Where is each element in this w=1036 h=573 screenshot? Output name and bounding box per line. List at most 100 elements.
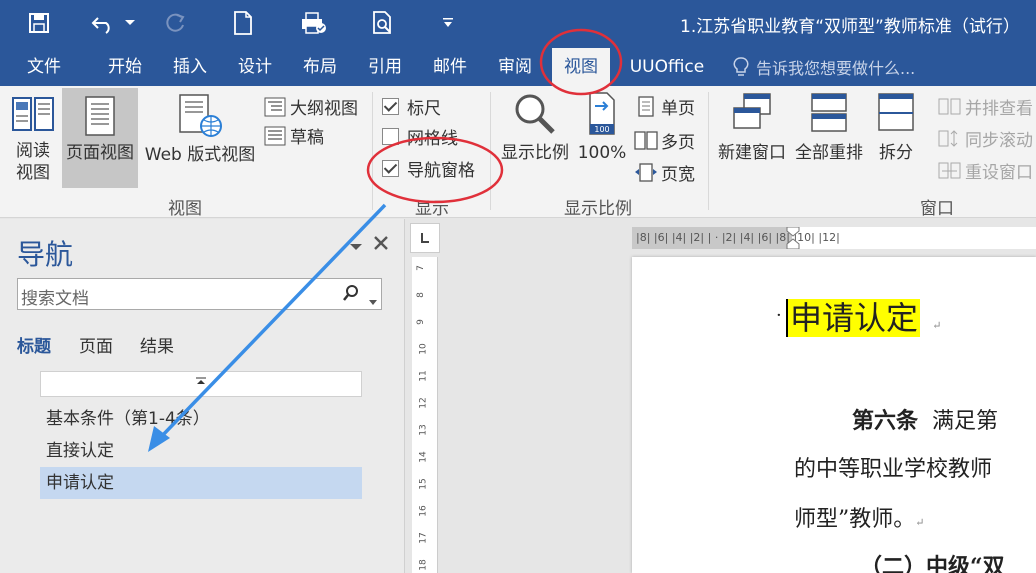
nav-pane-label: 导航窗格: [407, 161, 475, 181]
page-width-button[interactable]: 页宽: [634, 160, 695, 185]
tell-me-box[interactable]: 告诉我您想要做什么...: [732, 48, 915, 86]
tab-pages[interactable]: 页面: [79, 332, 113, 357]
new-document-icon[interactable]: [228, 8, 258, 38]
ruler-tick-label: 14: [418, 451, 429, 463]
tab-design[interactable]: 设计: [230, 48, 280, 86]
one-page-icon: [638, 95, 654, 117]
split-label: 拆分: [879, 143, 913, 163]
tab-headings[interactable]: 标题: [17, 332, 51, 357]
ribbon-tab-bar: 文件 开始 插入 设计 布局 引用 邮件 审阅 视图 UUOffice 告诉我您…: [0, 48, 1036, 86]
arrange-all-icon: [811, 93, 847, 132]
search-icon[interactable]: [343, 285, 359, 306]
document-area: |8| |6| |4| |2| | · |2| |4| |6| |8| |10|…: [406, 219, 1036, 573]
view-group-label: 视图: [168, 199, 202, 219]
article-number: 第六条: [852, 408, 919, 434]
web-layout-label: Web 版式视图: [144, 145, 256, 165]
undo-icon[interactable]: [88, 8, 118, 38]
tab-home[interactable]: 开始: [100, 48, 150, 86]
multiple-pages-icon: [634, 130, 658, 150]
ruler-checkbox[interactable]: 标尺: [382, 94, 441, 119]
search-document-input[interactable]: 搜索文档: [17, 278, 382, 310]
reset-window-icon: [938, 162, 961, 178]
tab-view[interactable]: 视图: [552, 48, 610, 86]
reset-window-position-button: 重设窗口: [938, 158, 1033, 183]
gridlines-check-icon: [382, 128, 399, 145]
outline-button[interactable]: 大纲视图: [264, 94, 358, 119]
tab-mailings[interactable]: 邮件: [425, 48, 475, 86]
document-heading: · 申请认定 ↵: [776, 299, 942, 337]
print-preview-icon[interactable]: [368, 8, 398, 38]
heading-item-selected[interactable]: 申请认定: [40, 467, 362, 499]
side-by-side-label: 并排查看: [965, 99, 1033, 119]
quick-print-icon[interactable]: [298, 8, 328, 38]
print-layout-label: 页面视图: [66, 143, 134, 163]
ruler-tick-label: 8: [415, 292, 426, 298]
tab-review[interactable]: 审阅: [490, 48, 540, 86]
search-dropdown-icon[interactable]: [369, 291, 377, 311]
indent-marker-icon[interactable]: [786, 227, 800, 249]
zoom-100-button[interactable]: 100 100%: [576, 92, 628, 164]
split-button[interactable]: 拆分: [872, 92, 920, 164]
pane-options-icon[interactable]: [350, 237, 362, 256]
heading-item[interactable]: 基本条件（第1-4条）: [40, 403, 362, 435]
page-width-icon: [635, 162, 657, 182]
new-window-label: 新建窗口: [718, 143, 786, 163]
draft-button[interactable]: 草稿: [264, 123, 324, 148]
heading-item[interactable]: 直接认定: [40, 435, 362, 467]
save-icon[interactable]: [24, 8, 54, 38]
new-window-button[interactable]: 新建窗口: [712, 92, 792, 164]
tab-uuoffice[interactable]: UUOffice: [622, 48, 712, 86]
ruler-tick-label: 12: [418, 397, 429, 409]
ribbon: 阅读 视图 页面视图 Web 版式视图 大纲视图 草稿 视图 标尺 网格线 导航…: [0, 86, 1036, 219]
gridlines-checkbox[interactable]: 网格线: [382, 124, 458, 149]
vertical-ruler[interactable]: 7 8 9 10 11 12 13 14 15 16 17 18: [412, 257, 438, 573]
zoom-label: 显示比例: [501, 143, 569, 163]
heading-highlight: 申请认定: [786, 299, 921, 337]
zoom-button[interactable]: 显示比例: [496, 92, 574, 164]
para-text-3: 师型”教师。: [794, 507, 916, 532]
customize-toolbar-icon[interactable]: [436, 8, 460, 38]
read-mode-icon: [12, 97, 54, 131]
one-page-button[interactable]: 单页: [636, 94, 695, 119]
draft-label: 草稿: [290, 128, 324, 148]
navigation-pane: 导航 搜索文档 标题 页面 结果 基本条件（第1-4条） 直接认定 申请认定: [0, 219, 405, 573]
lightbulb-icon: [733, 57, 749, 76]
navigation-pane-checkbox[interactable]: 导航窗格: [382, 156, 475, 181]
collapse-icon[interactable]: [40, 371, 362, 397]
group-divider: [372, 92, 373, 210]
window-group-label: 窗口: [920, 199, 954, 219]
hundred-percent-icon: 100: [589, 92, 615, 135]
tab-results[interactable]: 结果: [140, 332, 174, 357]
document-page[interactable]: · 申请认定 ↵ 第六条 满足第 的中等职业学校教师 师型”教师。↵ （二）中级…: [632, 257, 1036, 573]
horizontal-ruler[interactable]: |8| |6| |4| |2| | · |2| |4| |6| |8| |10|…: [632, 227, 1036, 249]
reset-window-label: 重设窗口: [965, 163, 1033, 183]
ruler-tick-label: 11: [418, 370, 429, 382]
close-icon[interactable]: [373, 235, 389, 255]
web-layout-button[interactable]: Web 版式视图: [140, 94, 260, 166]
tab-insert[interactable]: 插入: [165, 48, 215, 86]
group-divider: [490, 92, 491, 210]
hundred-label: 100%: [577, 143, 627, 163]
arrange-all-button[interactable]: 全部重排: [790, 92, 868, 164]
one-page-label: 单页: [661, 99, 695, 119]
para-text-4: （二）中级“双: [860, 554, 1005, 573]
print-layout-button[interactable]: 页面视图: [62, 88, 138, 188]
new-window-icon: [733, 93, 771, 129]
nav-pane-check-icon: [382, 160, 399, 177]
ruler-tick-label: 13: [418, 424, 429, 436]
sync-scroll-label: 同步滚动: [965, 131, 1033, 151]
sync-scroll-icon: [938, 129, 958, 147]
read-mode-button[interactable]: 阅读 视图: [6, 92, 60, 184]
multiple-pages-button[interactable]: 多页: [634, 128, 695, 153]
synchronous-scrolling-button: 同步滚动: [938, 126, 1033, 151]
heading-list: 基本条件（第1-4条） 直接认定 申请认定: [40, 371, 362, 499]
ruler-tick-label: 10: [418, 343, 429, 355]
tab-selector-icon[interactable]: [410, 223, 440, 253]
show-group-label: 显示: [415, 199, 449, 219]
tab-layout[interactable]: 布局: [295, 48, 345, 86]
tab-references[interactable]: 引用: [360, 48, 410, 86]
undo-dropdown-icon[interactable]: [118, 8, 142, 38]
tab-file[interactable]: 文件: [18, 48, 70, 86]
read-mode-label: 阅读 视图: [16, 141, 50, 183]
tell-me-text: 告诉我您想要做什么...: [756, 59, 916, 78]
